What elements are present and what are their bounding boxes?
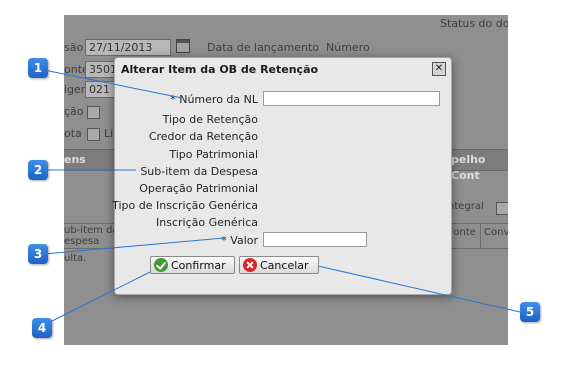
- callout-3: 3: [28, 244, 48, 264]
- callout-1: 1: [28, 58, 48, 78]
- callout-line-1: [43, 69, 183, 99]
- callout-line-5: [317, 265, 521, 313]
- callout-5: 5: [520, 302, 540, 322]
- callout-4: 4: [32, 318, 52, 338]
- callout-line-3: [43, 237, 225, 255]
- callout-lines: [43, 69, 521, 323]
- callout-2: 2: [28, 160, 48, 180]
- callout-line-4: [49, 271, 151, 323]
